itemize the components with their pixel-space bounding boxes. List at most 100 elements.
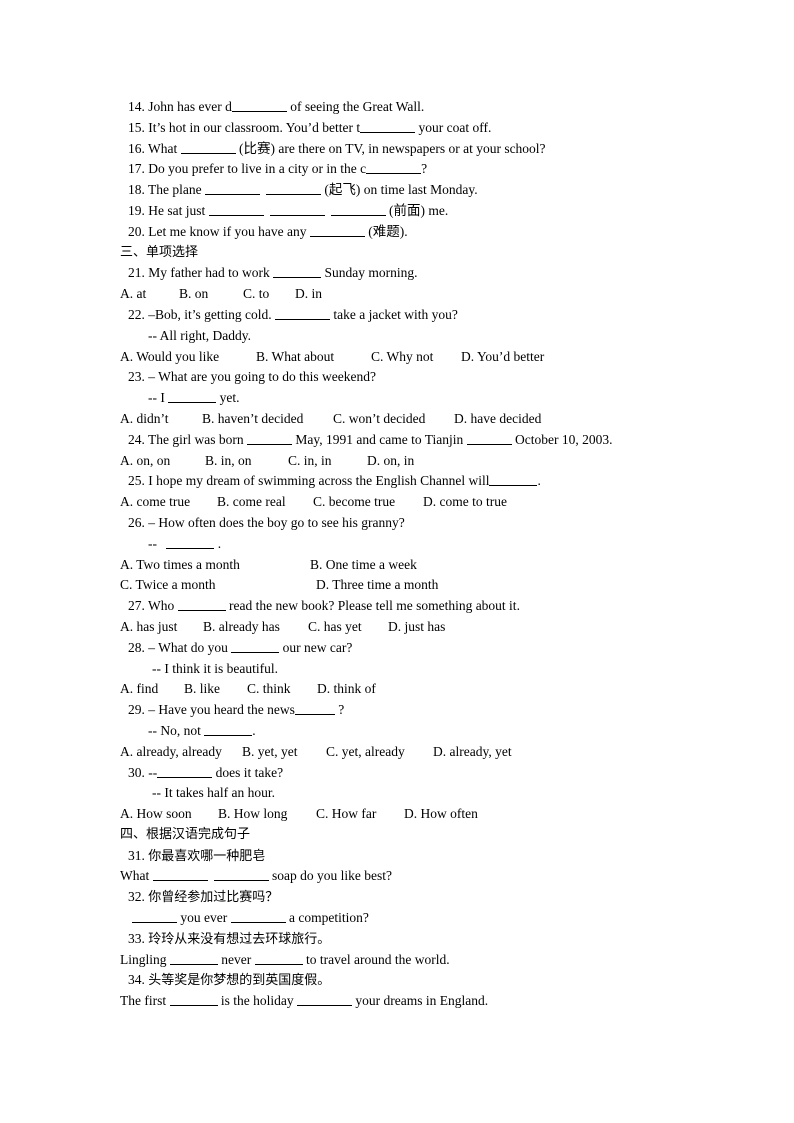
answer-blank[interactable] [466,430,512,445]
option-a[interactable]: A. at [120,284,179,305]
question-33: 33. 玲玲从来没有想过去环球旅行。 [128,930,331,947]
question-23: 23. – What are you going to do this week… [128,369,376,385]
answer-blank[interactable] [157,763,213,778]
answer-blank[interactable] [169,991,218,1007]
option-a[interactable]: A. didn’t [120,409,202,430]
option-c[interactable]: C. think [247,679,317,700]
answer-blank[interactable] [489,471,538,487]
answer-blank[interactable] [247,430,292,445]
option-d[interactable]: D. How often [404,804,478,825]
option-d[interactable]: D. already, yet [433,742,512,763]
answer-blank[interactable] [204,721,253,736]
reply-30: -- It takes half an hour. [152,785,275,801]
options-27: A. has just B. already has C. has yet D. ju… [120,617,680,638]
option-d[interactable]: D. on, in [367,451,414,472]
answer-blank[interactable] [275,305,330,320]
question-22: 22. –Bob, it’s getting cold. take a jack… [128,305,458,322]
option-b[interactable]: B. come real [217,492,313,513]
answer-blank[interactable] [205,180,260,196]
option-d[interactable]: D. You’d better [461,347,544,368]
option-c[interactable]: C. won’t decided [333,409,454,430]
answer-blank[interactable] [169,950,218,965]
options-30: A. How soon B. How long C. How far D. How o… [120,804,680,825]
option-d[interactable]: D. in [295,284,322,305]
question-34: 34. 头等奖是你梦想的到英国度假。 [128,972,331,989]
answer-blank[interactable] [208,201,264,216]
option-b[interactable]: B. already has [203,617,308,638]
option-b[interactable]: B. on [179,284,243,305]
options-26-row1: A. Two times a month B. One time a week [120,555,680,576]
answer-blank[interactable] [230,908,286,924]
worksheet-page: 14. John has ever d of seeing the Great … [120,97,680,1012]
answer-blank[interactable] [366,159,422,175]
option-a[interactable]: A. has just [120,617,203,638]
option-d[interactable]: D. Three time a month [316,575,438,596]
answer-blank[interactable] [269,201,325,216]
options-25: A. come true B. come real C. become true D.… [120,492,680,513]
option-b[interactable]: B. One time a week [310,555,417,576]
option-d[interactable]: D. come to true [423,492,507,513]
question-21: 21. My father had to work Sunday morning… [128,263,418,281]
question-14: 14. John has ever d of seeing the Great … [128,97,425,114]
answer-blank[interactable] [168,388,217,404]
option-b[interactable]: B. How long [218,804,316,825]
option-a[interactable]: A. Two times a month [120,555,310,576]
option-a[interactable]: A. come true [120,492,217,513]
answer-line-34: The first is the holiday your dreams in … [120,991,489,1009]
question-17: 17. Do you prefer to live in a city or i… [128,159,428,177]
options-22: A. Would you like B. What about C. Why not… [120,347,680,368]
question-30: 30. -- does it take? [128,763,284,780]
answer-blank[interactable] [360,118,416,133]
option-c[interactable]: C. become true [313,492,423,513]
answer-blank[interactable] [330,201,386,216]
options-29: A. already, already B. yet, yet C. yet, al… [120,742,680,763]
answer-blank[interactable] [180,139,236,154]
reply-23: -- I yet. [148,388,240,406]
option-b[interactable]: B. haven’t decided [202,409,333,430]
answer-blank[interactable] [297,991,352,1007]
option-a[interactable]: A. How soon [120,804,218,825]
reply-22: -- All right, Daddy. [148,327,251,343]
answer-blank[interactable] [266,180,321,196]
answer-line-32: you ever a competition? [120,908,680,929]
option-b[interactable]: B. like [184,679,247,700]
option-c[interactable]: C. How far [316,804,404,825]
answer-blank[interactable] [294,700,335,716]
option-a[interactable]: A. already, already [120,742,242,763]
option-c[interactable]: C. to [243,284,295,305]
question-18: 18. The plane (起飞) on time last Monday. [128,180,478,198]
reply-26: -- . [148,534,222,551]
option-b[interactable]: B. in, on [205,451,288,472]
answer-blank[interactable] [231,638,280,653]
option-c[interactable]: C. Twice a month [120,575,316,596]
options-28: A. find B. like C. think D. think of [120,679,680,700]
options-26-row2: C. Twice a month D. Three time a month [120,575,680,596]
option-c[interactable]: C. yet, already [326,742,433,763]
option-a[interactable]: A. on, on [120,451,205,472]
answer-blank[interactable] [213,866,269,882]
option-d[interactable]: D. have decided [454,409,541,430]
answer-blank[interactable] [166,534,215,549]
option-a[interactable]: A. find [120,679,184,700]
answer-blank[interactable] [273,263,322,279]
option-c[interactable]: C. has yet [308,617,388,638]
question-28: 28. – What do you our new car? [128,638,353,655]
option-b[interactable]: B. What about [256,347,371,368]
option-a[interactable]: A. Would you like [120,347,256,368]
answer-blank[interactable] [231,97,287,112]
answer-line-31: What soap do you like best? [120,866,392,884]
option-d[interactable]: D. think of [317,679,376,700]
answer-blank[interactable] [254,950,303,965]
answer-blank[interactable] [309,222,365,237]
question-27: 27. Who read the new book? Please tell m… [128,596,520,614]
option-c[interactable]: C. in, in [288,451,367,472]
question-20: 20. Let me know if you have any (难题). [128,222,408,239]
option-d[interactable]: D. just has [388,617,445,638]
answer-blank[interactable] [132,908,177,924]
options-21: A. at B. on C. to D. in [120,284,680,305]
option-b[interactable]: B. yet, yet [242,742,326,763]
answer-blank[interactable] [152,866,208,882]
reply-29: -- No, not . [148,721,256,738]
option-c[interactable]: C. Why not [371,347,461,368]
answer-blank[interactable] [177,596,226,612]
